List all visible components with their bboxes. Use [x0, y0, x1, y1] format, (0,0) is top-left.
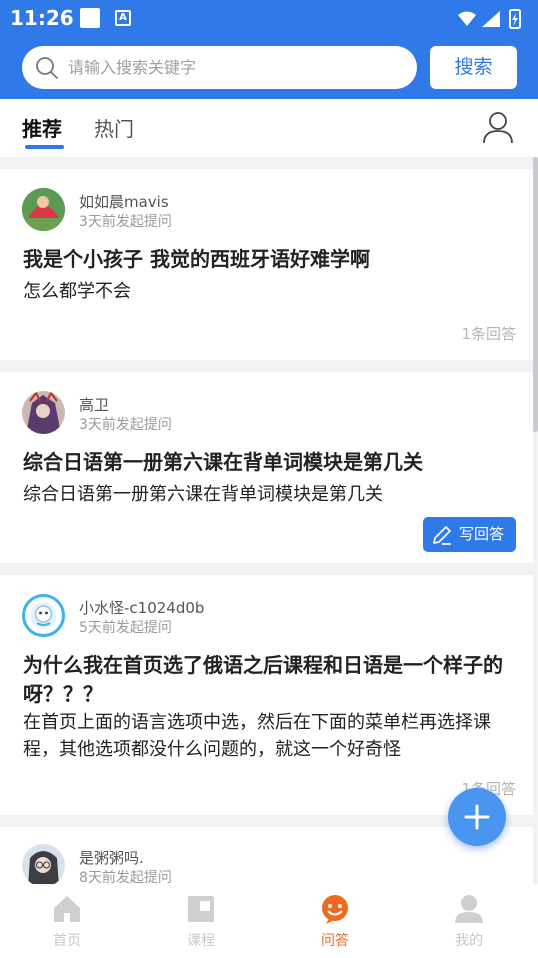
- tab-recommended[interactable]: 推荐: [22, 113, 62, 142]
- tab-indicator: [25, 145, 64, 149]
- question-description: 综合日语第一册第六课在背单词模块是第几关: [23, 484, 383, 505]
- write-answer-button[interactable]: 写回答: [423, 517, 516, 552]
- nav-mine[interactable]: 我的: [402, 884, 536, 958]
- search-icon: [36, 57, 58, 79]
- signal-battery-icon: [458, 9, 521, 29]
- post-time: 3天前发起提问: [79, 417, 172, 433]
- nav-qa-label: 问答: [321, 933, 349, 949]
- post-time: 5天前发起提问: [79, 620, 172, 636]
- notification-icon: [80, 8, 100, 28]
- search-input[interactable]: [68, 54, 398, 81]
- status-time: 11:26: [10, 6, 74, 30]
- username[interactable]: 小水怪-c1024d0b: [79, 597, 204, 618]
- tab-hot[interactable]: 热门: [94, 113, 134, 142]
- header: 11:26 A 搜索: [0, 0, 538, 99]
- username[interactable]: 是粥粥吗.: [79, 847, 144, 868]
- profile-icon: [455, 895, 483, 923]
- post-time: 3天前发起提问: [79, 214, 172, 230]
- question-description: 在首页上面的语言选项中选，然后在下面的菜单栏再选择课程，其他选项都没什么问题的，…: [23, 712, 491, 760]
- question-card[interactable]: 小水怪-c1024d0b 5天前发起提问 为什么我在首页选了俄语之后课程和日语是…: [0, 575, 533, 815]
- username[interactable]: 高卫: [79, 394, 109, 415]
- bottom-nav: 首页 课程 问答 我的: [0, 884, 538, 958]
- search-button[interactable]: 搜索: [430, 46, 517, 89]
- question-title[interactable]: 我是个小孩子 我觉的西班牙语好难学啊: [23, 245, 513, 274]
- pencil-icon: [433, 526, 451, 545]
- avatar: [22, 844, 65, 887]
- avatar: [22, 188, 65, 231]
- add-question-button[interactable]: [448, 788, 506, 846]
- answer-count: 1条回答: [461, 325, 516, 343]
- username[interactable]: 如如晨mavis: [79, 191, 169, 212]
- user-icon[interactable]: [481, 110, 515, 144]
- avatar: [22, 594, 65, 637]
- nav-home[interactable]: 首页: [0, 884, 134, 958]
- course-icon: [188, 896, 214, 922]
- question-description: 怎么都学不会: [23, 281, 131, 302]
- plus-icon: [464, 804, 490, 830]
- nav-course[interactable]: 课程: [134, 884, 268, 958]
- scrollbar[interactable]: [533, 157, 538, 432]
- nav-mine-label: 我的: [455, 933, 483, 949]
- avatar: [22, 391, 65, 434]
- nav-home-label: 首页: [53, 933, 81, 949]
- write-answer-label: 写回答: [459, 525, 505, 543]
- question-card[interactable]: 高卫 3天前发起提问 综合日语第一册第六课在背单词模块是第几关 综合日语第一册第…: [0, 372, 533, 563]
- status-bar: 11:26 A: [0, 0, 538, 38]
- question-card[interactable]: 如如晨mavis 3天前发起提问 我是个小孩子 我觉的西班牙语好难学啊 怎么都学…: [0, 169, 533, 360]
- question-title[interactable]: 综合日语第一册第六课在背单词模块是第几关: [23, 448, 513, 477]
- qa-icon: [322, 895, 348, 924]
- tab-bar: 推荐 热门: [0, 99, 538, 157]
- question-title[interactable]: 为什么我在首页选了俄语之后课程和日语是一个样子的呀？？？: [23, 651, 513, 709]
- home-icon: [54, 896, 80, 922]
- nav-qa[interactable]: 问答: [268, 884, 402, 958]
- keyboard-icon: A: [115, 10, 131, 26]
- search-bar[interactable]: [22, 46, 417, 89]
- nav-course-label: 课程: [187, 933, 215, 949]
